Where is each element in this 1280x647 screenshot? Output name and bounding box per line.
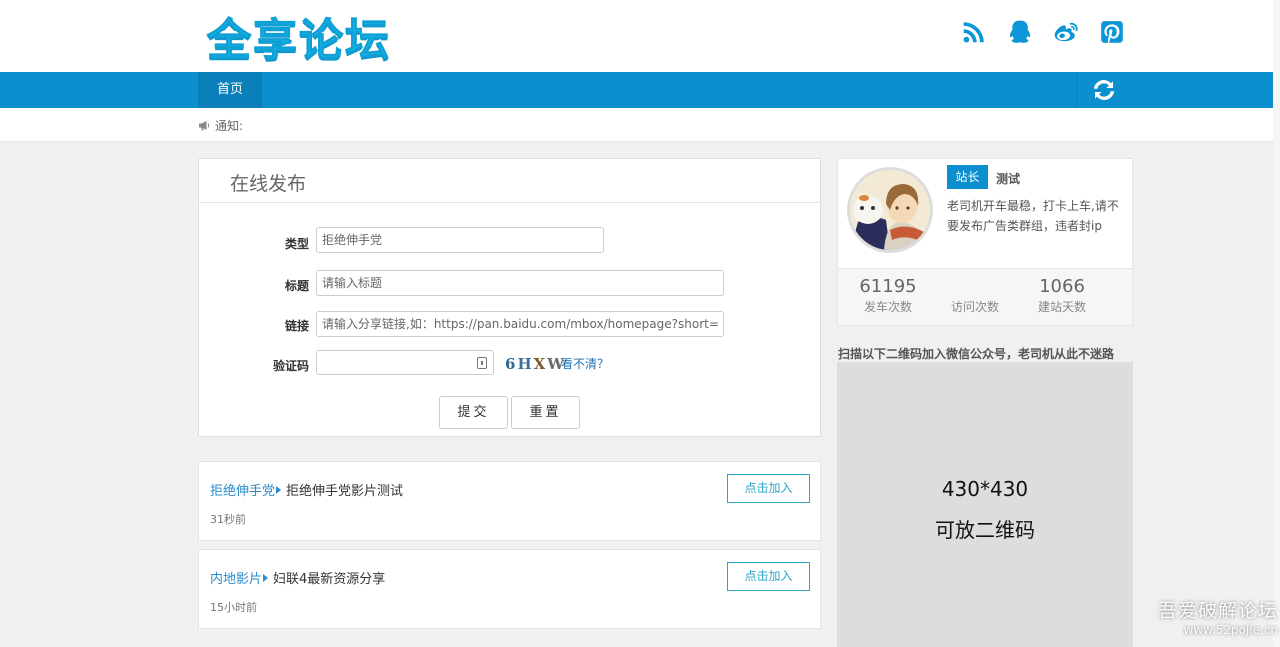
link-input[interactable] [316,311,724,337]
list-item: 拒绝伸手党 拒绝伸手党影片测试 31秒前 点击加入 [198,461,821,541]
post-title-link[interactable]: 拒绝伸手党影片测试 [286,484,403,499]
post-category-link[interactable]: 内地影片 [210,572,262,587]
watermark-title: 吾爱破解论坛 [1157,600,1278,622]
post-category-link[interactable]: 拒绝伸手党 [210,484,275,499]
qr-size-text: 430*430 [941,477,1029,501]
link-label: 链接 [284,319,309,333]
weibo-icon[interactable] [1051,17,1081,47]
stat-visits: 访问次数 [935,276,1015,315]
post-time: 15小时前 [210,601,257,614]
captcha-char: 6 [505,355,518,373]
site-logo[interactable]: 全享论坛 [207,10,391,67]
captcha-refresh-link[interactable]: 看不清？ [561,355,609,372]
nav-item-home[interactable]: 首页 [198,72,262,108]
watermark: 吾爱破解论坛 www.52pojie.cn [1150,596,1278,637]
list-item: 内地影片 妇联4最新资源分享 15小时前 点击加入 [198,549,821,629]
caret-right-icon [263,574,269,582]
post-header: 内地影片 妇联4最新资源分享 [210,568,385,587]
stat-label: 建站天数 [1037,300,1086,314]
form-header: 在线发布 [199,159,820,203]
page-scrollbar[interactable] [1273,0,1280,647]
pinterest-icon[interactable] [1097,17,1127,47]
qr-caption: 扫描以下二维码加入微信公众号，老司机从此不迷路 [838,347,1115,361]
publish-form-panel: 在线发布 类型 拒绝伸手党 标题 链接 验证码 6 H X W 看不清？ 提交 … [198,158,821,437]
post-title-link[interactable]: 妇联4最新资源分享 [273,572,385,587]
post-header: 拒绝伸手党 拒绝伸手党影片测试 [210,480,403,499]
watermark-url: www.52pojie.cn [1183,623,1278,637]
admin-badge: 站长 [947,165,988,189]
post-time: 31秒前 [210,513,246,526]
main-nav: 首页 [0,72,1280,108]
logo-text: 全享论坛 [207,15,391,67]
captcha-char: H [517,355,534,373]
keypad-icon [477,357,487,369]
stat-value: 61195 [859,276,917,297]
notice-label: 通知: [215,119,244,133]
megaphone-icon [199,121,210,131]
qr-hint-text: 可放二维码 [935,518,1035,542]
title-input[interactable] [316,270,724,296]
stat-value: 1066 [1039,276,1085,297]
rss-icon[interactable] [959,17,989,47]
join-button[interactable]: 点击加入 [727,474,810,503]
stat-value [935,276,1015,298]
submit-button[interactable]: 提交 [439,396,508,429]
captcha-input[interactable] [316,350,494,375]
stat-label: 访问次数 [950,300,999,314]
site-stats: 61195 发车次数 访问次数 1066 建站天数 [838,268,1132,325]
form-title: 在线发布 [230,173,307,195]
avatar[interactable] [847,167,933,253]
captcha-label: 验证码 [272,359,309,373]
nav-divider [1076,72,1077,108]
admin-name: 测试 [996,172,1021,186]
stat-days: 1066 建站天数 [1022,276,1102,315]
stat-posts: 61195 发车次数 [848,276,928,315]
caret-right-icon [276,486,282,494]
reset-button[interactable]: 重置 [511,396,580,429]
notice-bar: 通知: [0,108,1280,142]
admin-description: 老司机开车最稳，打卡上车,请不要发布广告类群组，违者封ip [947,199,1119,233]
qr-placeholder: 430*430 可放二维码 [837,362,1133,647]
admin-profile-card: 站长 测试 老司机开车最稳，打卡上车,请不要发布广告类群组，违者封ip 6119… [837,158,1133,326]
stat-label: 发车次数 [863,300,912,314]
type-select[interactable]: 拒绝伸手党 [316,227,604,253]
qq-icon[interactable] [1004,17,1034,47]
captcha-image[interactable]: 6 H X W [505,354,564,374]
title-label: 标题 [284,279,309,293]
join-button[interactable]: 点击加入 [727,562,810,591]
refresh-icon[interactable] [1091,77,1117,103]
type-label: 类型 [284,237,309,251]
captcha-char: X [533,355,548,373]
header: 全享论坛 [0,0,1280,72]
